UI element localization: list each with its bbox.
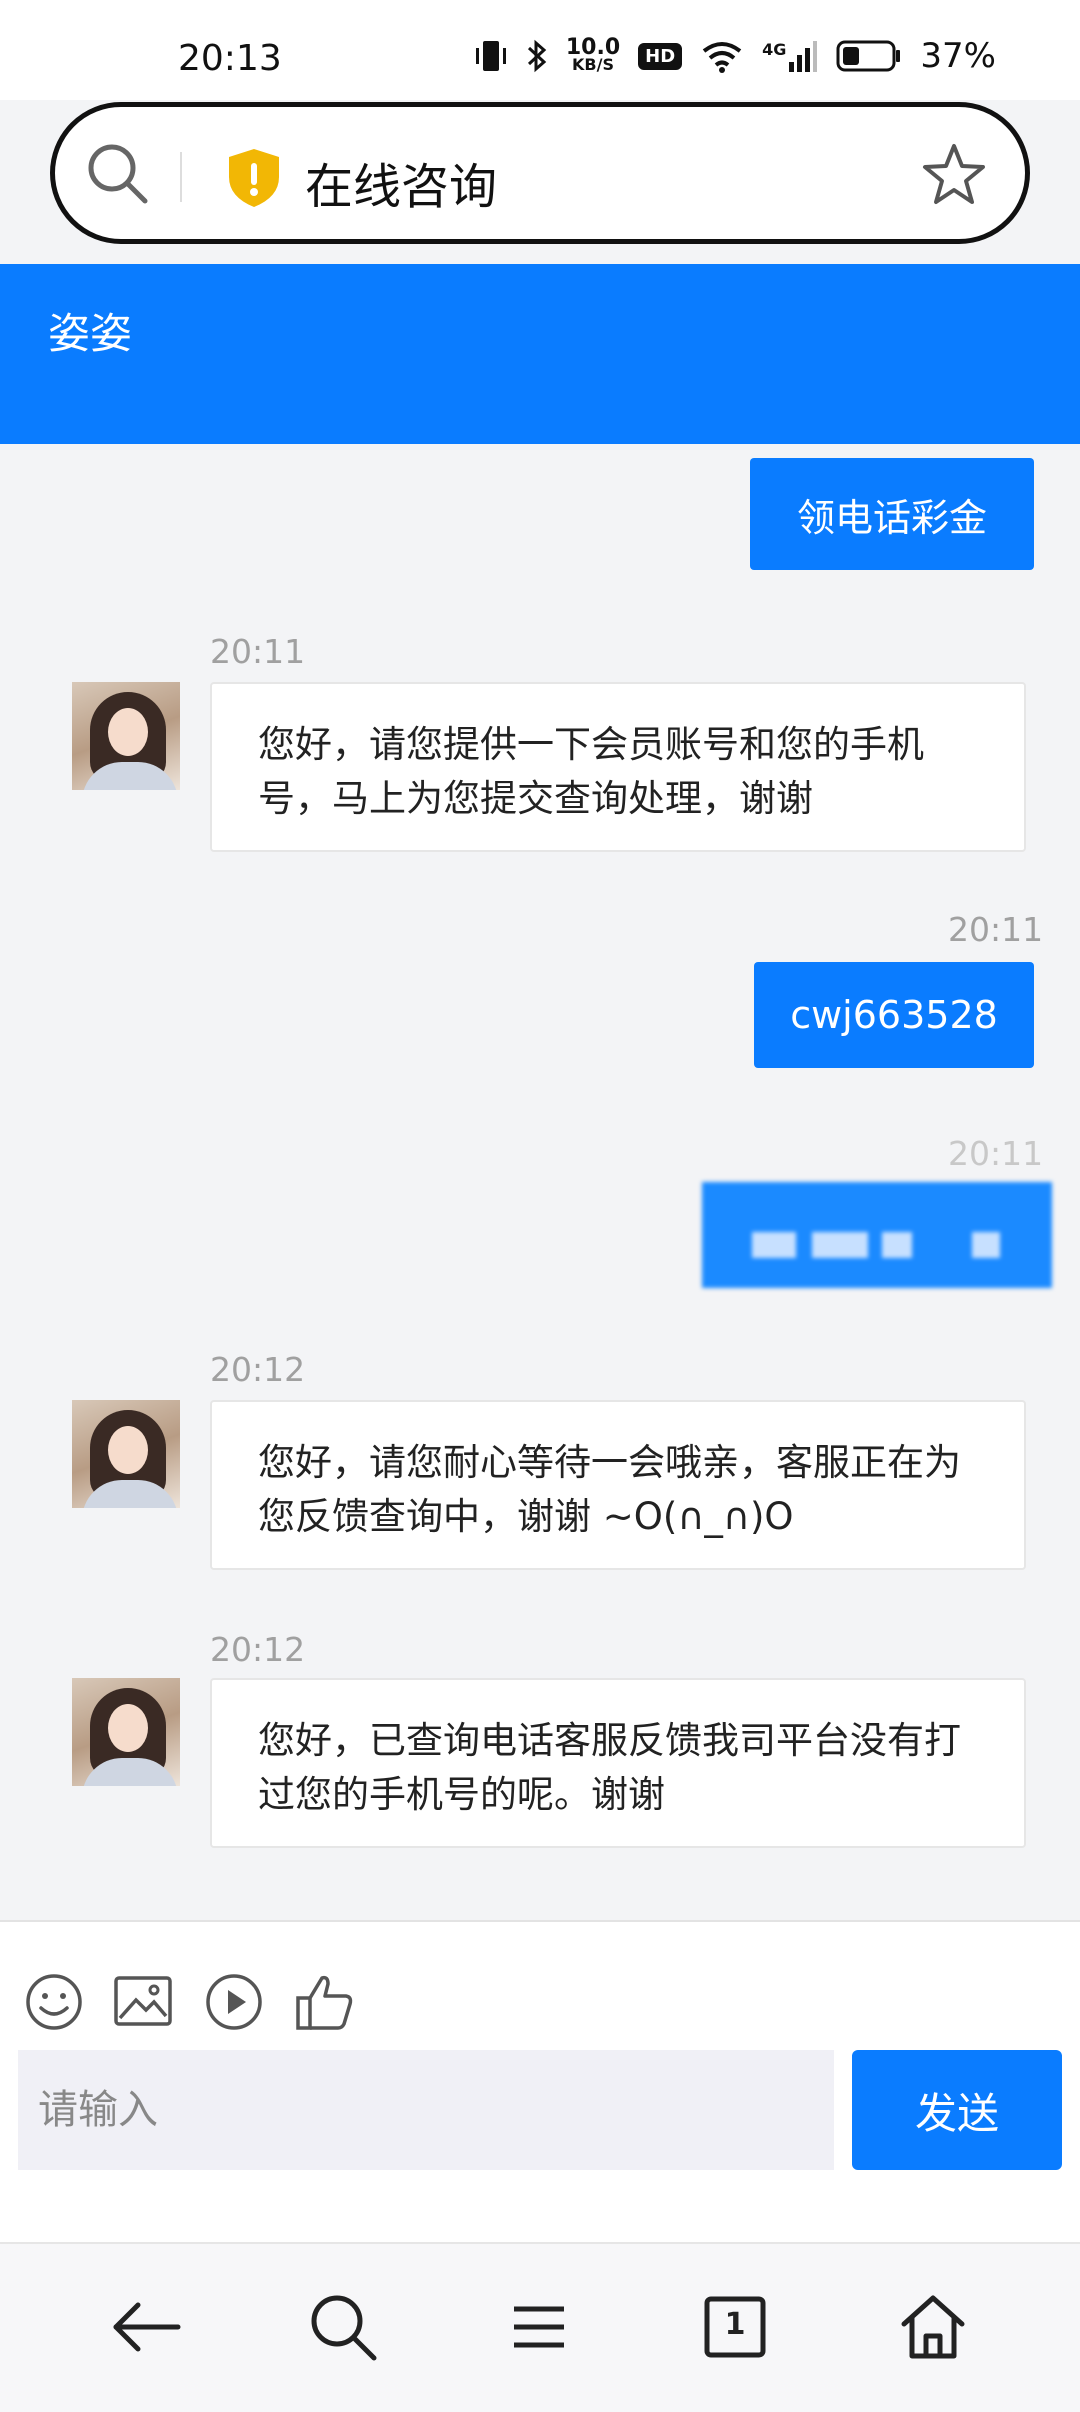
address-bar[interactable]: 在线咨询 — [50, 102, 1030, 244]
status-icons: 10.0 KB/S HD 4G 37% — [474, 36, 996, 76]
composer: 发送 — [0, 1920, 1080, 2242]
outgoing-message: 领电话彩金 — [750, 458, 1034, 570]
send-button[interactable]: 发送 — [852, 2050, 1062, 2170]
net-speed: 10.0 KB/S — [566, 36, 620, 74]
image-icon[interactable] — [112, 1972, 174, 2036]
avatar — [72, 1678, 180, 1786]
battery-percent: 37% — [920, 36, 996, 76]
network-type: 4G — [762, 40, 787, 59]
agent-name: 姿姿 — [48, 309, 133, 358]
wifi-icon — [700, 39, 744, 73]
vibrate-icon — [474, 38, 508, 74]
net-speed-unit: KB/S — [572, 54, 614, 74]
star-icon[interactable] — [921, 141, 987, 211]
avatar — [72, 682, 180, 790]
status-time: 20:13 — [178, 38, 282, 79]
home-icon[interactable] — [896, 2290, 970, 2368]
thumbs-up-icon[interactable] — [294, 1972, 356, 2036]
page-title[interactable]: 在线咨询 — [305, 147, 497, 217]
bluetooth-icon — [526, 38, 548, 74]
message-input[interactable] — [18, 2050, 834, 2170]
tabs-icon[interactable]: 1 — [698, 2290, 772, 2364]
message-time: 20:12 — [210, 1630, 306, 1669]
message-list[interactable]: 领电话彩金 20:11 您好，请您提供一下会员账号和您的手机号，马上为您提交查询… — [0, 444, 1080, 1920]
search-icon[interactable] — [85, 141, 151, 211]
avatar — [72, 1400, 180, 1508]
outgoing-message: cwj663528 — [754, 962, 1034, 1068]
message-time: 20:11 — [210, 632, 306, 671]
back-arrow-icon[interactable] — [110, 2290, 184, 2368]
menu-icon[interactable] — [502, 2290, 576, 2368]
status-bar: 20:13 10.0 KB/S HD 4G 37% — [0, 0, 1080, 100]
incoming-message: 您好，已查询电话客服反馈我司平台没有打过您的手机号的呢。谢谢 — [210, 1678, 1026, 1848]
hd-badge: HD — [638, 42, 683, 70]
video-icon[interactable] — [204, 1972, 264, 2036]
incoming-message: 您好，请您耐心等待一会哦亲，客服正在为您反馈查询中，谢谢 ~O(∩_∩)O — [210, 1400, 1026, 1570]
tab-count: 1 — [724, 2307, 746, 2342]
security-warning-icon[interactable] — [225, 147, 283, 213]
incoming-message: 您好，请您提供一下会员账号和您的手机号，马上为您提交查询处理，谢谢 — [210, 682, 1026, 852]
battery-icon — [836, 39, 902, 73]
signal-icon: 4G — [762, 40, 818, 72]
message-time: 20:11 — [948, 910, 1044, 949]
emoji-icon[interactable] — [24, 1972, 84, 2036]
search-icon[interactable] — [306, 2290, 380, 2368]
url-divider — [180, 152, 182, 202]
chat-header: 姿姿 — [0, 264, 1080, 444]
message-time: 20:12 — [210, 1350, 306, 1389]
browser-bottom-nav: 1 — [0, 2242, 1080, 2412]
redacted-message — [702, 1182, 1052, 1288]
message-time: 20:11 — [948, 1134, 1044, 1173]
